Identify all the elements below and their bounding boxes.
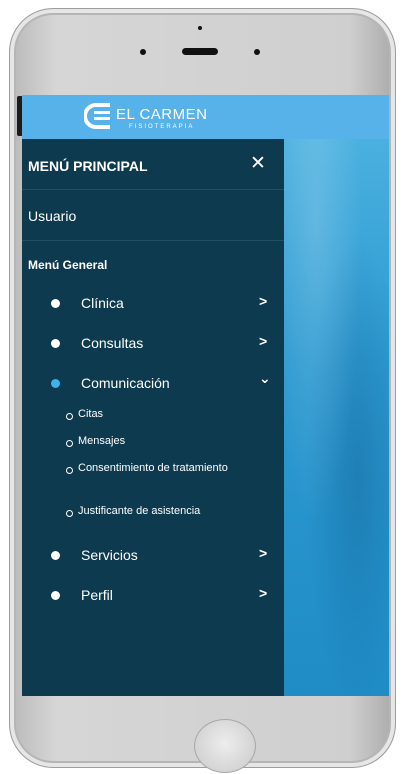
submenu-item-consentimiento[interactable]: Consentimiento de tratamiento bbox=[22, 460, 284, 490]
menu-item-consultas[interactable]: Consultas > bbox=[22, 324, 284, 360]
submenu-item-label: Citas bbox=[78, 408, 104, 420]
bullet-circle-icon bbox=[66, 413, 73, 420]
submenu-item-label: Justificante de asistencia bbox=[78, 505, 201, 517]
brand-subtitle: FISIOTERAPIA bbox=[129, 124, 195, 130]
main-menu-drawer: MENÚ PRINCIPAL ✕ Usuario Menú General Cl… bbox=[22, 139, 284, 696]
menu-item-label: Consultas bbox=[81, 335, 144, 351]
submenu-item-mensajes[interactable]: Mensajes bbox=[22, 434, 284, 452]
chevron-right-icon: > bbox=[259, 545, 268, 561]
logo-mark-icon bbox=[84, 103, 110, 129]
chevron-right-icon: > bbox=[259, 293, 268, 309]
speaker-grille bbox=[182, 48, 218, 55]
submenu-item-label: Consentimiento de tratamiento bbox=[78, 462, 228, 474]
bullet-icon bbox=[51, 591, 60, 600]
menu-title: MENÚ PRINCIPAL bbox=[28, 158, 148, 174]
bullet-icon bbox=[51, 379, 60, 388]
chevron-right-icon: > bbox=[259, 585, 268, 601]
menu-item-perfil[interactable]: Perfil > bbox=[22, 576, 284, 612]
user-label: Usuario bbox=[28, 208, 77, 224]
menu-header: MENÚ PRINCIPAL ✕ bbox=[22, 139, 284, 190]
brand-name: EL CARMEN bbox=[116, 106, 208, 123]
bullet-icon bbox=[51, 299, 60, 308]
chevron-right-icon: > bbox=[259, 333, 268, 349]
bullet-circle-icon bbox=[66, 510, 73, 517]
submenu-item-justificante[interactable]: Justificante de asistencia bbox=[22, 504, 284, 522]
chevron-down-icon: ⌄ bbox=[259, 370, 271, 386]
submenu-item-citas[interactable]: Citas bbox=[22, 407, 284, 425]
bullet-icon bbox=[51, 339, 60, 348]
section-title: Menú General bbox=[28, 258, 108, 272]
menu-item-comunicacion[interactable]: Comunicación ⌄ bbox=[22, 364, 284, 400]
menu-item-label: Servicios bbox=[81, 547, 138, 563]
bullet-icon bbox=[51, 551, 60, 560]
menu-item-clinica[interactable]: Clínica > bbox=[22, 284, 284, 320]
page-background-image bbox=[284, 139, 389, 696]
submenu-item-label: Mensajes bbox=[78, 435, 126, 447]
app-header: EL CARMEN FISIOTERAPIA bbox=[22, 95, 389, 139]
camera-dot-right bbox=[254, 49, 260, 55]
bullet-circle-icon bbox=[66, 440, 73, 447]
home-button[interactable] bbox=[194, 719, 256, 773]
app-screen: EL CARMEN FISIOTERAPIA MENÚ PRINCIPAL ✕ … bbox=[22, 95, 389, 696]
menu-item-label: Comunicación bbox=[81, 375, 170, 391]
camera-dot-top bbox=[198, 26, 202, 30]
menu-item-label: Clínica bbox=[81, 295, 124, 311]
close-icon[interactable]: ✕ bbox=[248, 154, 268, 174]
user-menu-item[interactable]: Usuario bbox=[22, 190, 284, 241]
camera-dot-left bbox=[140, 49, 146, 55]
menu-item-servicios[interactable]: Servicios > bbox=[22, 536, 284, 572]
menu-item-label: Perfil bbox=[81, 587, 113, 603]
